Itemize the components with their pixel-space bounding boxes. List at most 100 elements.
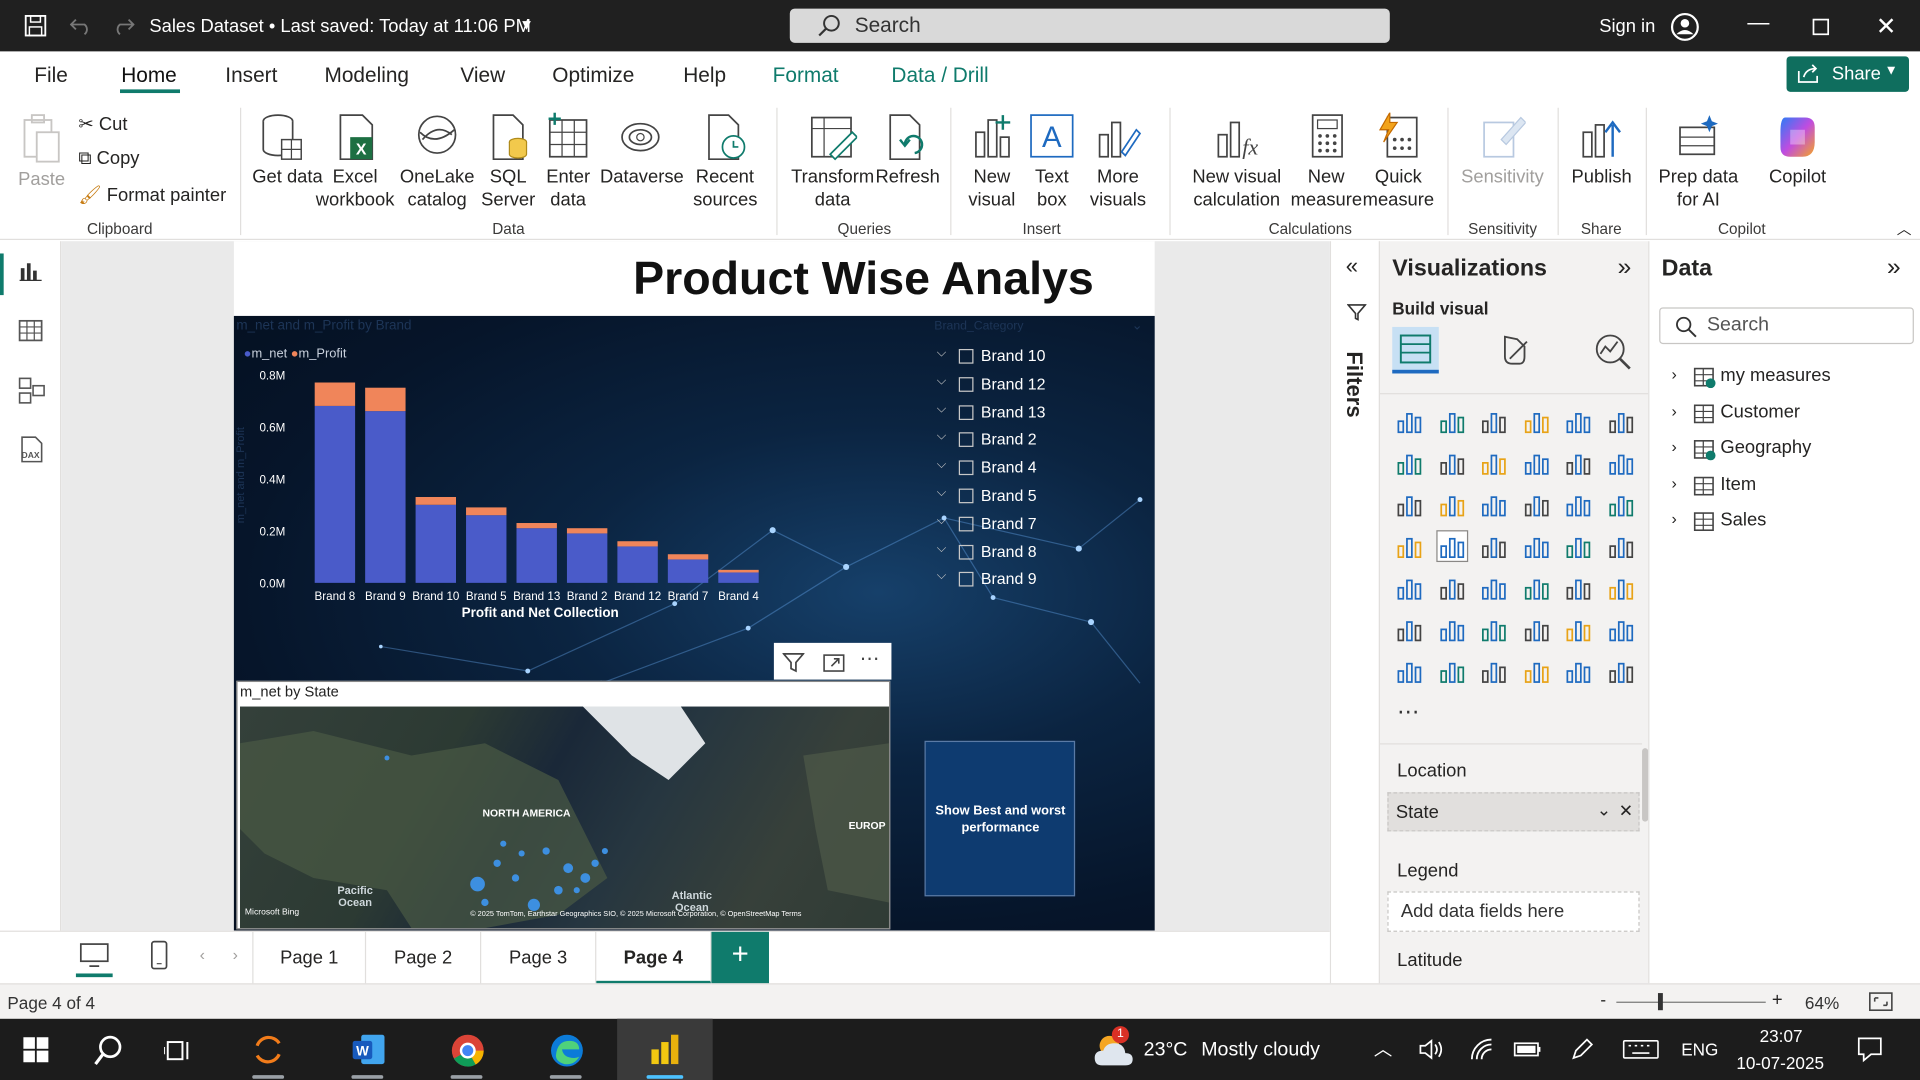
data-table-item[interactable]: › Customer [1671, 400, 1904, 427]
decomposition-tree-icon[interactable] [1479, 615, 1508, 644]
line-chart-icon[interactable] [1395, 448, 1424, 477]
bar-m-profit[interactable] [667, 554, 709, 560]
undo-icon[interactable] [69, 16, 92, 36]
taskbar-word[interactable]: W [332, 1019, 403, 1080]
maximize-icon[interactable] [1812, 18, 1830, 36]
expand-chevron-icon[interactable]: › [1671, 473, 1676, 491]
taskbar-chrome[interactable] [431, 1019, 502, 1080]
slicer-checkbox[interactable] [958, 572, 974, 588]
share-button[interactable]: Share ▼ [1786, 56, 1909, 92]
page-tab-3[interactable]: Page 3 [481, 931, 597, 985]
tab-file[interactable]: File [34, 64, 68, 88]
arcgis-map-icon[interactable] [1521, 656, 1550, 685]
excel-workbook-button[interactable]: X Excel workbook [313, 113, 396, 212]
taskbar-search-icon[interactable] [92, 1033, 126, 1067]
report-view-icon[interactable] [18, 258, 42, 282]
data-search-input[interactable]: Search [1659, 307, 1914, 345]
qa-icon[interactable] [1521, 615, 1550, 644]
slicer-item-label[interactable]: Brand 13 [981, 402, 1046, 420]
slicer-expand-icon[interactable]: ⌵ [937, 486, 946, 499]
slicer-checkbox[interactable] [958, 404, 974, 420]
copilot-button[interactable]: Copilot [1751, 113, 1844, 189]
line-clustered-column-chart-icon[interactable] [1606, 448, 1635, 477]
card-icon[interactable] [1606, 531, 1635, 560]
tab-format[interactable]: Format [773, 64, 839, 88]
slicer-checkbox[interactable] [958, 488, 974, 504]
legend-well[interactable]: Add data fields here [1387, 891, 1640, 932]
table-icon[interactable] [1521, 573, 1550, 602]
tab-home[interactable]: Home [121, 64, 177, 88]
volume-icon[interactable] [1418, 1038, 1445, 1060]
zoom-slider-track[interactable] [1616, 1001, 1766, 1003]
clustered-bar-chart-icon[interactable] [1479, 407, 1508, 436]
tab-insert[interactable]: Insert [225, 64, 277, 88]
r-visual-icon[interactable] [1606, 573, 1635, 602]
slicer-item-label[interactable]: Brand 4 [981, 458, 1037, 476]
matrix-icon[interactable] [1564, 573, 1593, 602]
zoom-level[interactable]: 64% [1805, 993, 1839, 1013]
build-visual-tab[interactable] [1392, 326, 1439, 374]
notifications-icon[interactable] [1856, 1036, 1883, 1063]
card-new-icon[interactable] [1437, 656, 1466, 685]
treemap-icon[interactable] [1395, 531, 1424, 560]
slicer-item-label[interactable]: Brand 2 [981, 430, 1037, 448]
metrics-icon[interactable] [1606, 615, 1635, 644]
next-page-icon[interactable]: › [233, 945, 238, 963]
sql-server-button[interactable]: SQL Server [480, 113, 536, 212]
slicer-expand-icon[interactable]: ⌵ [937, 542, 946, 555]
bar-m-profit[interactable] [566, 528, 608, 534]
best-worst-performance-button[interactable]: Show Best and worst performance [924, 740, 1076, 897]
map-visual[interactable]: m_net by State NORTH AMERICA EUROP Pacif… [236, 680, 891, 930]
expand-chevron-icon[interactable]: › [1671, 509, 1676, 527]
cut-button[interactable]: ✂ Cut [78, 113, 127, 135]
onelake-catalog-button[interactable]: OneLake catalog [398, 113, 476, 212]
funnel-chart-icon[interactable] [1479, 490, 1508, 519]
map-image[interactable]: NORTH AMERICA EUROP Pacific Ocean Atlant… [240, 706, 889, 929]
slicer-checkbox[interactable] [958, 516, 974, 532]
network-icon[interactable] [1469, 1037, 1493, 1061]
page-tab-4[interactable]: Page 4 [596, 931, 712, 985]
prev-page-icon[interactable]: ‹ [200, 945, 205, 963]
language-indicator[interactable]: ENG [1681, 1040, 1718, 1060]
fit-to-page-icon[interactable] [1869, 992, 1893, 1012]
key-influencers-icon[interactable] [1437, 615, 1466, 644]
taskbar-app-1[interactable] [233, 1019, 304, 1080]
bar-m-profit[interactable] [617, 541, 658, 547]
battery-icon[interactable] [1513, 1041, 1542, 1058]
sensitivity-button[interactable]: Sensitivity [1460, 113, 1546, 189]
slicer-checkbox[interactable] [958, 348, 974, 364]
power-automate-icon[interactable] [1606, 656, 1635, 685]
new-visual-button[interactable]: New visual [962, 113, 1021, 212]
slicer-checkbox[interactable] [958, 544, 974, 560]
collapse-ribbon-icon[interactable]: ︿ [1897, 218, 1912, 239]
page-tab-2[interactable]: Page 2 [366, 931, 482, 985]
desktop-layout-icon[interactable] [78, 942, 110, 969]
location-well[interactable]: State ⌄ ✕ [1387, 792, 1640, 832]
recent-sources-button[interactable]: Recent sources [693, 113, 757, 212]
slicer-checkbox[interactable] [958, 460, 974, 476]
data-table-item[interactable]: › Sales [1671, 508, 1904, 535]
ribbon-chart-icon[interactable] [1395, 490, 1424, 519]
redo-icon[interactable] [113, 16, 135, 36]
bar-m-net[interactable] [365, 411, 406, 583]
100-percent-column-chart-icon[interactable] [1606, 407, 1635, 436]
slicer-item-label[interactable]: Brand 7 [981, 514, 1037, 532]
bar-m-net[interactable] [466, 515, 507, 583]
100-percent-area-chart-icon[interactable] [1521, 448, 1550, 477]
python-visual-icon[interactable] [1395, 615, 1424, 644]
slicer-expand-icon[interactable]: ⌵ [937, 570, 946, 583]
expand-chevron-icon[interactable]: › [1671, 437, 1676, 455]
slicer-icon[interactable] [1479, 573, 1508, 602]
azure-map-icon[interactable] [1521, 531, 1550, 560]
slicer-expand-icon[interactable]: ⌵ [937, 347, 946, 360]
collapse-data-icon[interactable]: » [1887, 253, 1901, 281]
zoom-out-icon[interactable]: - [1600, 989, 1606, 1009]
bar-m-net[interactable] [617, 546, 658, 583]
quick-measure-button[interactable]: Quick measure [1362, 112, 1435, 212]
sign-in-link[interactable]: Sign in [1599, 16, 1655, 37]
slicer-expand-icon[interactable]: ⌵ [937, 402, 946, 415]
user-avatar-icon[interactable] [1670, 12, 1699, 41]
clock-time[interactable]: 23:07 [1760, 1026, 1803, 1046]
more-options-icon[interactable]: ⋯ [860, 647, 880, 671]
keyboard-icon[interactable] [1622, 1040, 1659, 1060]
